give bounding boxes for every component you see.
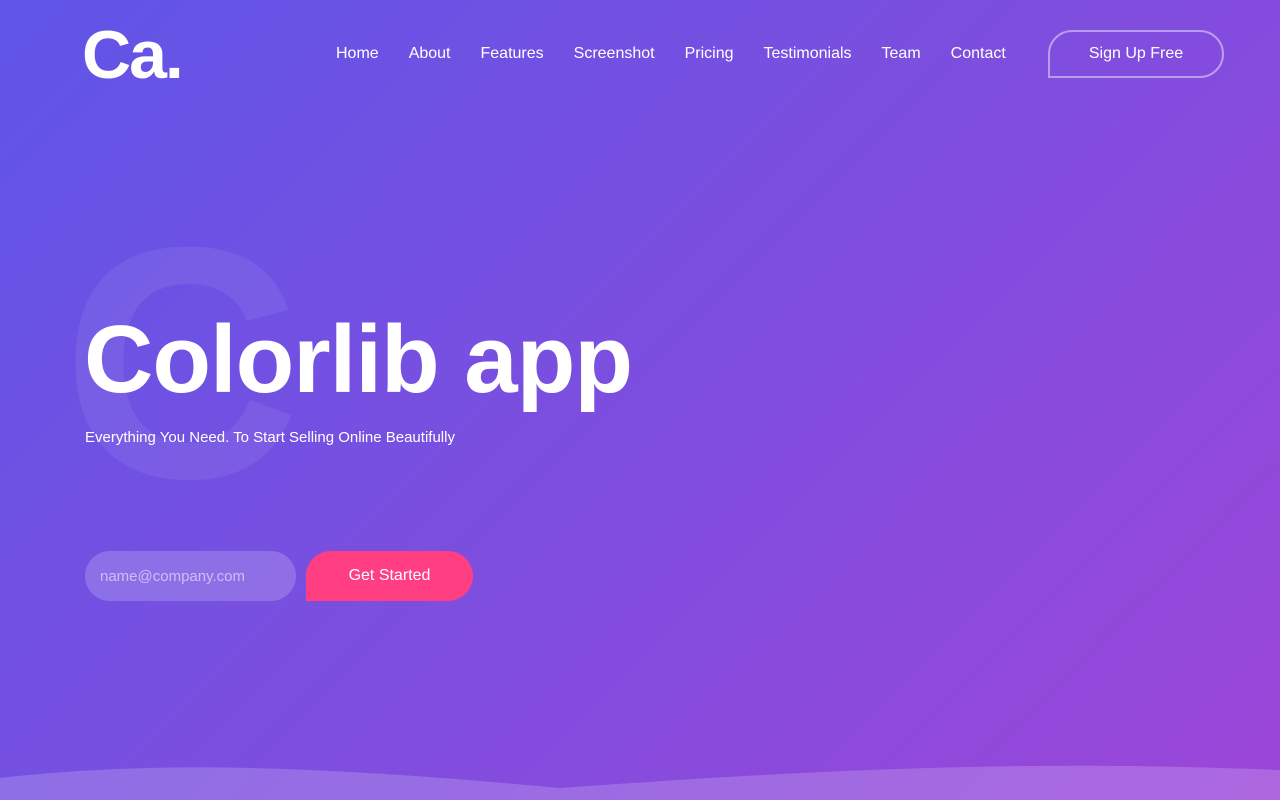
hero-title: Colorlib app — [84, 306, 633, 413]
nav-link-pricing[interactable]: Pricing — [685, 43, 734, 65]
sign-up-free-button[interactable]: Sign Up Free — [1048, 30, 1224, 78]
nav-link-team[interactable]: Team — [882, 43, 921, 65]
brand-logo[interactable]: Ca. — [82, 18, 184, 92]
email-input[interactable] — [85, 551, 296, 601]
bottom-wave-decoration — [0, 765, 1280, 800]
nav-link-contact[interactable]: Contact — [951, 43, 1006, 65]
hero-subtitle: Everything You Need. To Start Selling On… — [85, 429, 455, 446]
nav-link-about[interactable]: About — [409, 43, 451, 65]
main-nav: Home About Features Screenshot Pricing T… — [336, 43, 1036, 65]
nav-link-screenshot[interactable]: Screenshot — [574, 43, 655, 65]
nav-link-features[interactable]: Features — [481, 43, 544, 65]
nav-link-home[interactable]: Home — [336, 43, 379, 65]
nav-link-testimonials[interactable]: Testimonials — [763, 43, 851, 65]
landing-page: Ca. Home About Features Screenshot Prici… — [0, 0, 1280, 800]
get-started-button[interactable]: Get Started — [306, 551, 473, 601]
